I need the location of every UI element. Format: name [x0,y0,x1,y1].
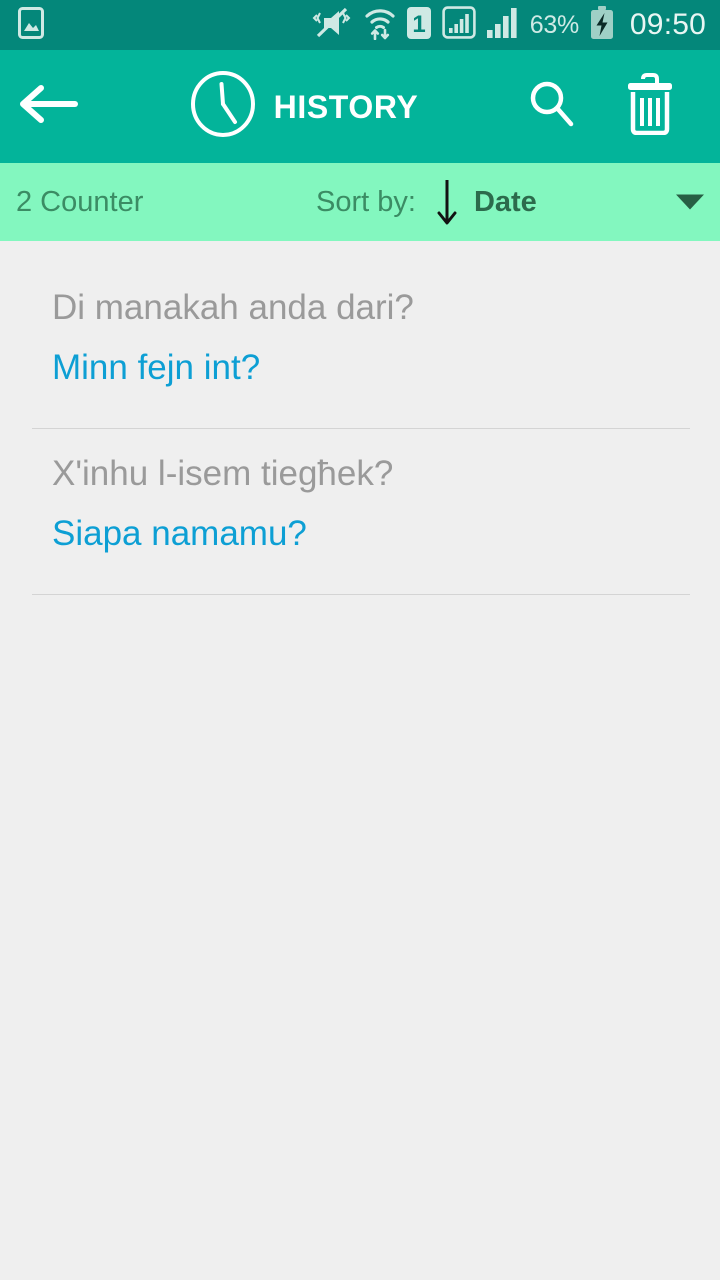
history-screen: 1 63% 09:50 HISTORY 2 Counter Sort by: D… [0,0,720,1280]
arrow-down-icon[interactable] [434,176,460,228]
sort-selector[interactable]: Sort by: Date [316,163,537,241]
app-toolbar: HISTORY [0,50,720,163]
page-title: HISTORY [273,88,419,125]
history-target-text: Siapa namamu? [52,513,307,553]
sim-1-label: 1 [412,11,425,38]
sort-bar: 2 Counter Sort by: Date [0,163,720,241]
history-source-text: X'inhu l-isem tiegħek? [52,453,394,493]
status-bar-right-icons: 1 63% 09:50 [311,6,706,45]
history-source-text: Di manakah anda dari? [52,288,414,327]
trash-icon [624,73,676,140]
sort-value-label: Date [473,185,537,218]
wifi-icon [364,6,396,45]
history-list-item[interactable]: Di manakah anda dari? Minn fejn int? [0,263,720,410]
toolbar-title-group: HISTORY [82,71,526,142]
battery-percent-label: 63% [529,10,579,39]
history-target-text: Minn fejn int? [52,347,261,387]
search-icon [528,79,576,134]
signal-bars-2-icon [486,7,519,43]
photo-gallery-icon [18,6,44,44]
vibrate-mute-icon [311,7,353,44]
status-bar-clock: 09:50 [629,8,706,41]
signal-bars-1-icon [442,6,476,44]
sim-1-icon: 1 [406,6,431,44]
counter-label: 2 Counter [16,185,144,218]
history-list: Di manakah anda dari? Minn fejn int? X'i… [0,241,720,1280]
caret-down-icon[interactable] [676,194,704,210]
list-divider [32,593,690,595]
battery-charging-icon [590,6,614,44]
status-bar: 1 63% 09:50 [0,0,720,50]
arrow-left-icon [17,84,79,129]
search-button[interactable] [526,76,578,138]
clock-icon [190,71,256,142]
sort-by-label: Sort by: [316,185,416,218]
toolbar-actions [526,73,720,140]
status-bar-left-icons [18,6,44,44]
delete-history-button[interactable] [624,73,676,140]
history-list-item[interactable]: X'inhu l-isem tiegħek? Siapa namamu? [0,429,720,576]
